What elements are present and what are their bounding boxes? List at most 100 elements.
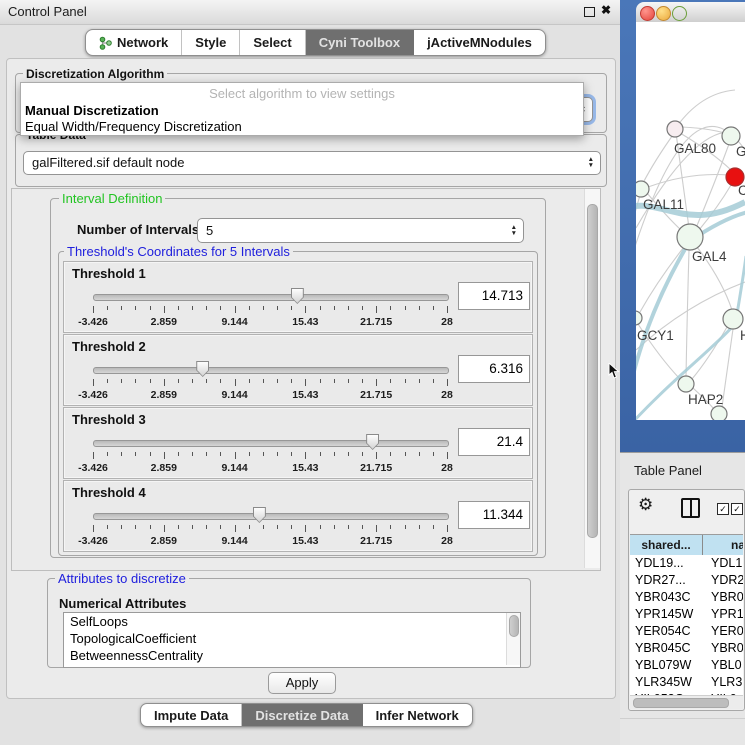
slider-tick — [419, 452, 420, 456]
slider-tick — [291, 379, 292, 383]
slider-tick — [121, 452, 122, 456]
slider-tick — [390, 452, 391, 456]
close-icon[interactable]: ✖ — [601, 3, 611, 17]
list-item[interactable]: BetweennessCentrality — [64, 647, 520, 664]
threshold-value-field[interactable]: 11.344 — [458, 501, 530, 529]
threshold-slider[interactable]: -3.4262.8599.14415.4321.71528 — [93, 290, 449, 330]
slider-tick — [235, 306, 236, 313]
node-gal11[interactable] — [636, 181, 649, 197]
slider-tick — [348, 452, 349, 456]
slider-tick — [447, 306, 448, 313]
algorithm-option[interactable]: Manual Discretization — [21, 103, 583, 119]
node-label-partial-g: GA — [736, 144, 745, 159]
slider-tick — [164, 379, 165, 386]
tab-select[interactable]: Select — [240, 30, 305, 55]
cell-name: YBL0 — [707, 657, 743, 674]
slider-tick — [121, 379, 122, 383]
tab-network[interactable]: Network — [86, 30, 182, 55]
node-gal80[interactable] — [667, 121, 683, 137]
network-view[interactable]: GAL80 GA C GAL11 GAL4 GCY1 H HAP2 — [636, 22, 745, 420]
node-bottom[interactable] — [711, 406, 727, 420]
list-item[interactable]: SelfLoops — [64, 613, 520, 630]
scrollbar-thumb[interactable] — [587, 204, 598, 538]
tab-label: jActiveMNodules — [427, 35, 532, 50]
threshold-slider[interactable]: -3.4262.8599.14415.4321.71528 — [93, 436, 449, 476]
slider-tick — [192, 306, 193, 310]
tab-discretize-data[interactable]: Discretize Data — [242, 704, 362, 726]
node-gcy1[interactable] — [636, 311, 642, 325]
gear-icon[interactable]: ⚙ — [638, 495, 653, 515]
tab-style[interactable]: Style — [182, 30, 240, 55]
slider-tick — [192, 379, 193, 383]
control-panel-titlebar: Control Panel ✖ — [0, 0, 620, 25]
attributes-group-label: Attributes to discretize — [55, 571, 189, 586]
slider-tick-label: -3.426 — [63, 316, 123, 328]
slider-tick — [362, 452, 363, 456]
slider-track — [93, 513, 449, 520]
node-hap2[interactable] — [678, 376, 694, 392]
float-window-icon[interactable] — [584, 7, 595, 17]
close-traffic-light-icon[interactable] — [640, 6, 655, 21]
list-scrollbar[interactable] — [506, 613, 520, 665]
network-frame-titlebar[interactable] — [636, 2, 745, 23]
slider-thumb[interactable] — [253, 507, 266, 523]
table-row[interactable]: YBL079WYBL0 — [630, 657, 743, 674]
column-header-name[interactable]: na — [703, 535, 743, 556]
cell-name: YLR3 — [707, 674, 743, 691]
list-item[interactable]: TopologicalCoefficient — [64, 630, 520, 647]
slider-tick — [150, 306, 151, 310]
slider-thumb[interactable] — [291, 288, 304, 304]
algorithm-option[interactable]: Equal Width/Frequency Discretization — [21, 119, 583, 135]
threshold-slider[interactable]: -3.4262.8599.14415.4321.71528 — [93, 363, 449, 403]
table-row[interactable]: YBR045CYBR0 — [630, 640, 743, 657]
table-row[interactable]: YBR043CYBR0 — [630, 589, 743, 606]
table-row[interactable]: YDL19...YDL1 — [630, 555, 743, 572]
slider-tick — [150, 379, 151, 383]
slider-tick — [178, 525, 179, 529]
slider-thumb[interactable] — [366, 434, 379, 450]
node-h[interactable] — [723, 309, 743, 329]
table-data-combobox[interactable]: galFiltered.sif default node ▲▼ — [23, 151, 601, 175]
attribute-list: SelfLoopsTopologicalCoefficientBetweenne… — [64, 613, 520, 664]
column-header-shared-name[interactable]: shared... — [630, 535, 703, 556]
slider-tick — [93, 452, 94, 459]
threshold-slider[interactable]: -3.4262.8599.14415.4321.71528 — [93, 509, 449, 549]
vertical-scrollbar[interactable] — [584, 189, 600, 568]
checkbox-icon[interactable]: ✓ — [731, 503, 743, 515]
horizontal-scrollbar[interactable] — [630, 695, 743, 709]
slider-tick-label: 15.43 — [275, 389, 335, 401]
threshold-value-field[interactable]: 6.316 — [458, 355, 530, 383]
node-gal4[interactable] — [677, 224, 703, 250]
table-row[interactable]: YLR345WYLR3 — [630, 674, 743, 691]
slider-tick — [249, 306, 250, 310]
num-intervals-combobox[interactable]: 5 ▲▼ — [197, 218, 524, 243]
slider-tick — [178, 306, 179, 310]
scrollbar-thumb[interactable] — [633, 698, 729, 708]
threshold-label: Threshold 2 — [72, 339, 146, 354]
slider-tick — [192, 452, 193, 456]
columns-icon[interactable] — [681, 498, 700, 518]
tab-infer-network[interactable]: Infer Network — [363, 704, 472, 726]
slider-tick — [263, 525, 264, 529]
node-top-right[interactable] — [722, 127, 740, 145]
zoom-traffic-light-icon[interactable] — [672, 6, 687, 21]
slider-tick-label: 15.43 — [275, 316, 335, 328]
minimize-traffic-light-icon[interactable] — [656, 6, 671, 21]
table-rows: YDL19...YDL1YDR27...YDR2YBR043CYBR0YPR14… — [630, 555, 743, 695]
cell-name: YDL1 — [707, 555, 743, 572]
apply-button[interactable]: Apply — [268, 672, 336, 694]
table-row[interactable]: YPR145WYPR1 — [630, 606, 743, 623]
tab-jactivemnodules[interactable]: jActiveMNodules — [414, 30, 545, 55]
slider-tick — [362, 306, 363, 310]
tab-impute-data[interactable]: Impute Data — [141, 704, 242, 726]
tab-cyni-toolbox[interactable]: Cyni Toolbox — [306, 30, 414, 55]
list-scrollbar-thumb[interactable] — [509, 615, 519, 637]
slider-thumb[interactable] — [196, 361, 209, 377]
table-row[interactable]: YDR27...YDR2 — [630, 572, 743, 589]
checkbox-icon[interactable]: ✓ — [717, 503, 729, 515]
table-row[interactable]: YER054CYER0 — [630, 623, 743, 640]
threshold-value-field[interactable]: 21.4 — [458, 428, 530, 456]
slider-tick — [206, 525, 207, 529]
tab-label: Infer Network — [376, 708, 459, 723]
threshold-value-field[interactable]: 14.713 — [458, 282, 530, 310]
